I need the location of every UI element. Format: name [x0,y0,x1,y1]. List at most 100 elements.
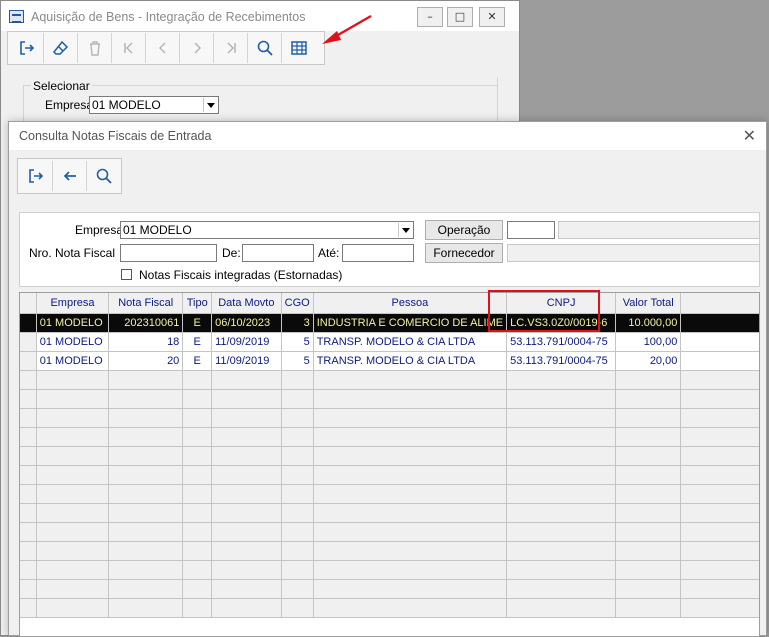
fornecedor-button[interactable]: Fornecedor [425,243,503,263]
empty-cell [20,427,37,447]
table-cell[interactable]: E [182,313,213,333]
table-cell[interactable]: 01 MODELO [36,332,110,352]
table-cell[interactable]: 20 [108,351,184,371]
empty-cell [281,598,314,618]
col-cgo[interactable]: CGO [281,293,314,314]
table-cell[interactable]: 202310061 [108,313,184,333]
empty-row [20,579,759,599]
table-cell-filler [680,332,759,352]
minimize-button[interactable]: – [417,7,443,27]
empty-cell [615,560,682,580]
operacao-button[interactable]: Operação [425,220,503,240]
close-icon[interactable]: ✕ [743,126,756,145]
table-cell[interactable]: 53.113.791/0004-75 [506,332,617,352]
empty-cell [615,522,682,542]
close-window-button[interactable]: ✕ [479,7,505,27]
table-cell[interactable]: 18 [108,332,184,352]
empresa-value: 01 MODELO [123,223,192,237]
empty-cell [680,446,759,466]
empty-cell [211,427,282,447]
col-data-movto[interactable]: Data Movto [211,293,282,314]
chevron-down-icon[interactable] [203,98,217,112]
table-row[interactable]: 01 MODELO 18 E 11/09/2019 5 TRANSP. MODELO & … [20,332,759,352]
table-cell[interactable]: TRANSP. MODELO & CIA LTDA [313,332,508,352]
maximize-button[interactable]: □ [447,7,473,27]
empty-cell [36,389,110,409]
trash-icon[interactable] [78,33,112,63]
col-empresa[interactable]: Empresa [36,293,110,314]
table-cell[interactable]: E [182,332,213,352]
last-icon[interactable] [214,33,248,63]
table-cell[interactable]: 53.113.791/0004-75 [506,351,617,371]
row-indicator[interactable] [20,351,37,371]
table-cell[interactable]: 3 [281,313,314,333]
operacao-code-input[interactable] [507,221,555,239]
empty-cell [108,560,184,580]
table-cell[interactable]: 11/09/2019 [211,332,282,352]
empty-row [20,541,759,561]
table-cell[interactable]: 5 [281,332,314,352]
next-icon[interactable] [180,33,214,63]
table-cell[interactable]: 01 MODELO [36,351,110,371]
row-indicator[interactable] [20,313,37,333]
row-indicator[interactable] [20,332,37,352]
col-nota-fiscal[interactable]: Nota Fiscal [108,293,184,314]
search-icon[interactable] [248,33,282,63]
table-cell[interactable]: E [182,351,213,371]
nf-input[interactable] [120,244,217,262]
empty-cell [506,427,617,447]
empty-cell [313,503,508,523]
table-cell[interactable]: 100,00 [615,332,682,352]
back-window-titlebar: Aquisição de Bens - Integração de Recebi… [1,1,519,31]
table-cell[interactable]: LC.VS3.0Z0/0019-6 [506,313,617,333]
table-cell[interactable]: 01 MODELO [36,313,110,333]
back-toolbar [7,31,325,65]
prev-icon[interactable] [146,33,180,63]
col-cnpj[interactable]: CNPJ [506,293,617,314]
col-filler [680,293,759,314]
estornadas-checkbox[interactable] [121,269,132,280]
empty-cell [211,446,282,466]
empty-cell [281,427,314,447]
empty-cell [211,370,282,390]
table-cell[interactable]: 10.000,00 [615,313,682,333]
empty-cell [20,465,37,485]
table-row[interactable]: 01 MODELO 20 E 11/09/2019 5 TRANSP. MODELO & … [20,351,759,371]
empty-cell [36,370,110,390]
col-valor-total[interactable]: Valor Total [615,293,682,314]
back-scrollbar[interactable] [497,77,511,125]
de-date-input[interactable] [242,244,314,262]
empty-cell [20,408,37,428]
search-icon[interactable] [87,161,121,191]
first-icon[interactable] [112,33,146,63]
table-icon[interactable] [282,33,316,63]
ate-date-input[interactable] [342,244,414,262]
back-arrow-icon[interactable] [53,161,87,191]
back-empresa-select[interactable]: 01 MODELO [89,96,219,114]
empty-cell [182,541,213,561]
ate-label: Até: [318,246,340,260]
col-pessoa[interactable]: Pessoa [313,293,508,314]
chevron-down-icon[interactable] [398,223,412,237]
empty-cell [108,579,184,599]
empty-cell [182,408,213,428]
empty-cell [211,484,282,504]
col-tipo[interactable]: Tipo [182,293,213,314]
table-cell[interactable]: INDUSTRIA E COMERCIO DE ALIME [313,313,508,333]
eraser-icon[interactable] [44,33,78,63]
table-cell[interactable]: 5 [281,351,314,371]
empty-cell [36,522,110,542]
empty-cell [615,484,682,504]
table-cell[interactable]: TRANSP. MODELO & CIA LTDA [313,351,508,371]
empresa-select[interactable]: 01 MODELO [120,221,414,239]
empty-cell [506,389,617,409]
empty-row [20,522,759,542]
empty-cell [20,503,37,523]
exit-icon[interactable] [19,161,53,191]
table-cell[interactable]: 06/10/2023 [211,313,282,333]
empty-cell [182,465,213,485]
table-row[interactable]: 01 MODELO 202310061 E 06/10/2023 3 INDUSTRIA … [20,313,759,333]
table-cell[interactable]: 20,00 [615,351,682,371]
table-cell[interactable]: 11/09/2019 [211,351,282,371]
exit-icon[interactable] [10,33,44,63]
